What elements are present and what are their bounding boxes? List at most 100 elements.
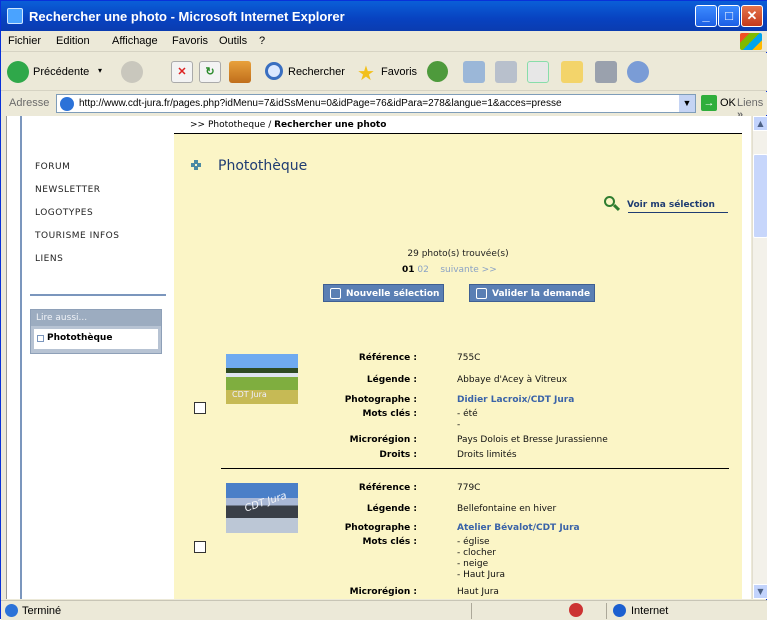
mots-cles-item: - neige (457, 559, 489, 569)
lire-aussi-phototheque-link[interactable]: Photothèque (34, 329, 158, 349)
menu-outils[interactable]: Outils (219, 35, 247, 47)
lire-aussi-box: Lire aussi... Photothèque (30, 309, 162, 354)
messenger-icon[interactable] (627, 61, 649, 83)
nouvelle-selection-button[interactable]: Nouvelle sélection (323, 284, 444, 302)
edit-icon[interactable] (527, 61, 549, 83)
page-done-icon (5, 604, 18, 617)
window-title: Rechercher une photo - Microsoft Interne… (29, 9, 345, 24)
photographe-label: Photographe : (344, 523, 417, 533)
results-divider (221, 468, 729, 469)
photographe-link[interactable]: Didier Lacroix/CDT Jura (457, 395, 574, 405)
title-bullet-icon (191, 160, 201, 170)
reference-label: Référence : (358, 483, 417, 493)
go-arrow-icon[interactable]: → (701, 95, 717, 111)
reference-label: Référence : (358, 353, 417, 363)
next-page-link[interactable]: suivante >> (440, 265, 496, 275)
research-icon[interactable] (595, 61, 617, 83)
results-count: 29 photo(s) trouvée(s) (407, 249, 509, 259)
scroll-down-button[interactable]: ▼ (753, 584, 767, 599)
scroll-thumb[interactable] (753, 154, 767, 238)
nav-separator (30, 294, 166, 296)
photographe-label: Photographe : (344, 395, 417, 405)
address-dropdown-icon[interactable]: ▼ (679, 95, 695, 112)
status-bar: Terminé Internet (1, 600, 767, 620)
favorites-button[interactable]: Favoris (381, 66, 417, 78)
droits-value: Droits limités (457, 450, 517, 460)
menu-fichier[interactable]: Fichier (8, 35, 41, 47)
lire-aussi-heading: Lire aussi... (31, 310, 161, 326)
photo-thumbnail[interactable]: CDT Jura (226, 483, 298, 533)
valider-demande-button[interactable]: Valider la demande (469, 284, 595, 302)
stop-icon[interactable]: ✕ (171, 61, 193, 83)
reference-value: 779C (457, 483, 481, 493)
ie-icon (7, 8, 23, 24)
photo-select-checkbox[interactable] (194, 541, 206, 553)
scroll-up-button[interactable]: ▲ (753, 116, 767, 131)
menu-edition[interactable]: Edition (56, 35, 90, 47)
status-text: Terminé (22, 605, 62, 617)
favorites-star-icon[interactable]: ★ (357, 61, 375, 86)
popup-blocked-icon[interactable] (569, 603, 583, 617)
photo-thumbnail[interactable]: CDT Jura (226, 354, 298, 404)
back-button[interactable]: Précédente (33, 66, 89, 78)
search-icon[interactable] (265, 62, 283, 80)
main-content: >> Phototheque / Rechercher une photo Ph… (174, 116, 742, 599)
page-icon (60, 97, 74, 111)
nav-forum[interactable]: FORUM (35, 162, 70, 172)
breadcrumb-phototheque[interactable]: >> Phototheque / (190, 120, 271, 130)
minimize-button[interactable]: _ (695, 5, 717, 27)
droits-label: Droits : (379, 450, 417, 460)
breadcrumb-current: Rechercher une photo (274, 120, 387, 130)
photo-caption: CDT Jura (243, 490, 289, 515)
back-dropdown-icon[interactable]: ▾ (98, 66, 102, 75)
menu-affichage[interactable]: Affichage (112, 35, 158, 47)
close-button[interactable]: ✕ (741, 5, 763, 27)
notes-icon[interactable] (561, 61, 583, 83)
reference-value: 755C (457, 353, 481, 363)
print-icon[interactable] (495, 61, 517, 83)
mots-cles-item: - (457, 420, 461, 430)
vertical-scrollbar[interactable]: ▲ ▼ (752, 116, 767, 599)
mots-cles-item: - Haut Jura (457, 570, 506, 580)
refresh-icon[interactable]: ↻ (199, 61, 221, 83)
cart-icon (476, 288, 487, 299)
status-divider (606, 603, 607, 619)
browser-window: Rechercher une photo - Microsoft Interne… (0, 0, 767, 620)
security-zone-label: Internet (631, 605, 669, 617)
magnifier-icon[interactable] (604, 196, 621, 212)
home-icon[interactable] (229, 61, 251, 83)
address-url: http://www.cdt-jura.fr/pages.php?idMenu=… (79, 98, 562, 109)
valider-demande-label: Valider la demande (492, 289, 591, 299)
forward-arrow-icon[interactable] (121, 61, 143, 83)
menu-favoris[interactable]: Favoris (172, 35, 208, 47)
nav-liens[interactable]: LIENS (35, 254, 63, 264)
page-viewport: FORUM NEWSLETTER LOGOTYPES TOURISME INFO… (6, 116, 751, 599)
photo-select-checkbox[interactable] (194, 402, 206, 414)
nav-tourisme-infos[interactable]: TOURISME INFOS (35, 231, 119, 241)
page-02-link[interactable]: 02 (417, 265, 428, 275)
back-arrow-icon[interactable] (7, 61, 29, 83)
mail-icon[interactable] (463, 61, 485, 83)
history-icon[interactable] (427, 61, 448, 82)
legende-value: Bellefontaine en hiver (457, 504, 557, 514)
address-input[interactable]: http://www.cdt-jura.fr/pages.php?idMenu=… (56, 94, 696, 113)
maximize-button[interactable]: □ (718, 5, 740, 27)
menu-help[interactable]: ? (259, 35, 265, 47)
nav-newsletter[interactable]: NEWSLETTER (35, 185, 101, 195)
legende-value: Abbaye d'Acey à Vitreux (457, 375, 568, 385)
voir-selection-link[interactable]: Voir ma sélection (627, 200, 715, 210)
status-divider (471, 603, 472, 619)
page-01: 01 (402, 265, 415, 275)
search-button[interactable]: Rechercher (288, 66, 345, 78)
windows-logo-icon (740, 33, 762, 50)
left-border (20, 116, 22, 599)
mots-cles-label: Mots clés : (362, 409, 417, 419)
mots-cles-item: - été (457, 409, 478, 419)
nav-logotypes[interactable]: LOGOTYPES (35, 208, 93, 218)
mots-cles-label: Mots clés : (362, 537, 417, 547)
photographe-link[interactable]: Atelier Bévalot/CDT Jura (457, 523, 580, 533)
voir-selection-underline (628, 212, 728, 213)
title-bar: Rechercher une photo - Microsoft Interne… (1, 1, 767, 31)
page-title: Photothèque (218, 158, 308, 174)
go-button[interactable]: OK (720, 97, 736, 109)
